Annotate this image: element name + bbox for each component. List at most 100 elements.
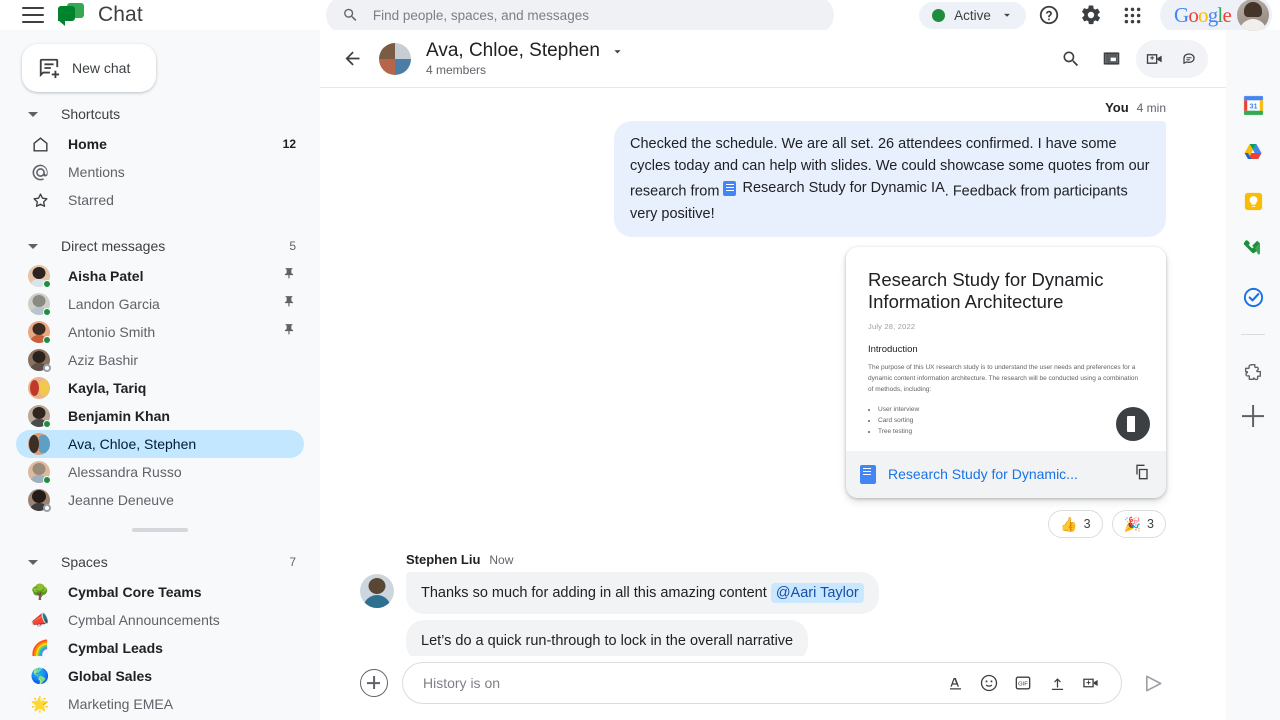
sidebar-item-global-sales[interactable]: 🌎 Global Sales — [16, 662, 304, 690]
chevron-down-icon — [28, 244, 38, 249]
sidebar-item-mentions[interactable]: Mentions — [16, 158, 304, 186]
google-calendar-icon[interactable]: 31 — [1238, 90, 1268, 120]
call-actions-group — [1136, 40, 1208, 78]
document-card-footer[interactable]: Research Study for Dynamic... — [846, 451, 1166, 498]
sidebar-item-landon-garcia[interactable]: Landon Garcia — [16, 290, 304, 318]
sidebar-item-label: Ava, Chloe, Stephen — [68, 436, 296, 452]
message-bubble: Thanks so much for adding in all this am… — [406, 572, 879, 614]
sidebar-item-kayla-tariq[interactable]: Kayla, Tariq — [16, 374, 304, 402]
chevron-down-icon — [1000, 8, 1014, 22]
sidebar-item-antonio-smith[interactable]: Antonio Smith — [16, 318, 304, 346]
new-chat-icon — [38, 57, 60, 79]
sidebar-item-cymbal-leads[interactable]: 🌈 Cymbal Leads — [16, 634, 304, 662]
apps-button[interactable] — [1114, 0, 1152, 34]
sidebar-item-home[interactable]: Home 12 — [16, 130, 304, 158]
conversation-title-row[interactable]: Ava, Chloe, Stephen — [426, 40, 1052, 62]
copy-link-icon — [1132, 462, 1152, 482]
huddle-button[interactable] — [1172, 42, 1206, 76]
sidebar-item-marketing-emea[interactable]: 🌟 Marketing EMEA — [16, 690, 304, 718]
message-author: Stephen Liu — [406, 552, 480, 567]
section-header-spaces[interactable]: Spaces 7 — [0, 546, 320, 578]
document-title: Research Study for Dynamic Information A… — [868, 269, 1144, 313]
message-composer: GIF — [320, 656, 1226, 720]
upload-icon — [1048, 674, 1067, 693]
pin-icon[interactable] — [282, 323, 296, 342]
google-keep-icon[interactable] — [1238, 186, 1268, 216]
group-avatar — [28, 377, 50, 399]
sidebar-item-ava-chloe-stephen[interactable]: Ava, Chloe, Stephen — [16, 430, 304, 458]
sidebar-item-benjamin-khan[interactable]: Benjamin Khan — [16, 402, 304, 430]
message-input[interactable] — [423, 675, 937, 691]
settings-button[interactable] — [1072, 0, 1110, 34]
send-button[interactable] — [1136, 666, 1170, 700]
avatar — [28, 461, 50, 483]
help-button[interactable] — [1030, 0, 1068, 34]
emoji-button[interactable] — [973, 667, 1005, 699]
gif-icon: GIF — [1013, 673, 1033, 693]
avatar[interactable] — [1237, 0, 1269, 31]
rail-divider — [1241, 334, 1265, 335]
composer-input-wrapper[interactable]: GIF — [402, 662, 1122, 704]
new-chat-button[interactable]: New chat — [22, 44, 156, 92]
pin-icon[interactable] — [282, 267, 296, 286]
search-bar[interactable] — [326, 0, 834, 34]
star-icon — [28, 191, 52, 210]
google-drive-icon[interactable] — [1238, 138, 1268, 168]
back-button[interactable] — [334, 41, 370, 77]
reaction-chip[interactable]: 👍3 — [1048, 510, 1102, 538]
open-in-new-window-button[interactable] — [1092, 40, 1130, 78]
upload-file-button[interactable] — [1041, 667, 1073, 699]
section-header-shortcuts[interactable]: Shortcuts — [0, 98, 320, 130]
svg-text:GIF: GIF — [1018, 682, 1028, 688]
section-count: 5 — [289, 239, 296, 253]
avatar[interactable] — [360, 574, 394, 608]
google-docs-icon — [860, 465, 876, 484]
message-bubble: Let’s do a quick run-through to lock in … — [406, 620, 808, 657]
section-title: Spaces — [61, 554, 289, 570]
hamburger-icon[interactable] — [22, 7, 44, 23]
section-header-direct-messages[interactable]: Direct messages 5 — [0, 230, 320, 262]
format-button[interactable] — [939, 667, 971, 699]
format-text-icon — [946, 674, 965, 693]
google-tasks-icon[interactable] — [1238, 282, 1268, 312]
sidebar-item-starred[interactable]: Starred — [16, 186, 304, 214]
reaction-chip[interactable]: 🎉3 — [1112, 510, 1166, 538]
copy-link-button[interactable] — [1132, 462, 1152, 487]
message-content: Stephen Liu Now Thanks so much for addin… — [406, 552, 1166, 657]
presence-active-icon — [43, 420, 51, 428]
video-meeting-button[interactable] — [1075, 667, 1107, 699]
rainbow-emoji-icon: 🌈 — [28, 641, 52, 656]
sidebar-item-label: Kayla, Tariq — [68, 380, 296, 396]
sidebar-item-alessandra-russo[interactable]: Alessandra Russo — [16, 458, 304, 486]
sidebar-item-label: Starred — [68, 192, 296, 208]
sidebar-item-jeanne-deneuve[interactable]: Jeanne Deneuve — [16, 486, 304, 514]
video-call-icon — [1145, 49, 1165, 69]
mention-chip[interactable]: @Aari Taylor — [771, 583, 864, 603]
account-chip[interactable]: Google — [1160, 0, 1272, 34]
puzzle-piece-icon[interactable] — [1238, 357, 1268, 387]
search-in-conversation-button[interactable] — [1052, 40, 1090, 78]
google-chat-logo — [58, 3, 84, 27]
message-thread[interactable]: You 4 min Checked the schedule. We are a… — [320, 88, 1226, 656]
conversation-actions — [1052, 40, 1208, 78]
sidebar-item-cymbal-announcements[interactable]: 📣 Cymbal Announcements — [16, 606, 304, 634]
sidebar-resize-handle[interactable] — [132, 528, 188, 532]
sidebar-item-aziz-bashir[interactable]: Aziz Bashir — [16, 346, 304, 374]
member-count: 4 members — [426, 63, 1052, 77]
pin-icon[interactable] — [282, 295, 296, 314]
search-input[interactable] — [373, 8, 818, 23]
add-attachment-button[interactable] — [360, 669, 388, 697]
google-voice-icon[interactable] — [1238, 234, 1268, 264]
document-type-badge-icon — [1116, 407, 1150, 441]
sidebar-item-aisha-patel[interactable]: Aisha Patel — [16, 262, 304, 290]
doc-mention-chip[interactable]: Research Study for Dynamic IA — [723, 177, 944, 199]
status-label: Active — [954, 8, 991, 23]
document-attachment-card[interactable]: Research Study for Dynamic Information A… — [846, 247, 1166, 498]
home-icon — [28, 135, 52, 154]
gif-button[interactable]: GIF — [1007, 667, 1039, 699]
add-app-button[interactable] — [1242, 405, 1264, 427]
start-video-call-button[interactable] — [1138, 42, 1172, 76]
google-chat-app: Chat Active Google — [0, 0, 1280, 720]
sidebar-item-cymbal-core-teams[interactable]: 🌳 Cymbal Core Teams — [16, 578, 304, 606]
status-selector[interactable]: Active — [919, 2, 1026, 29]
